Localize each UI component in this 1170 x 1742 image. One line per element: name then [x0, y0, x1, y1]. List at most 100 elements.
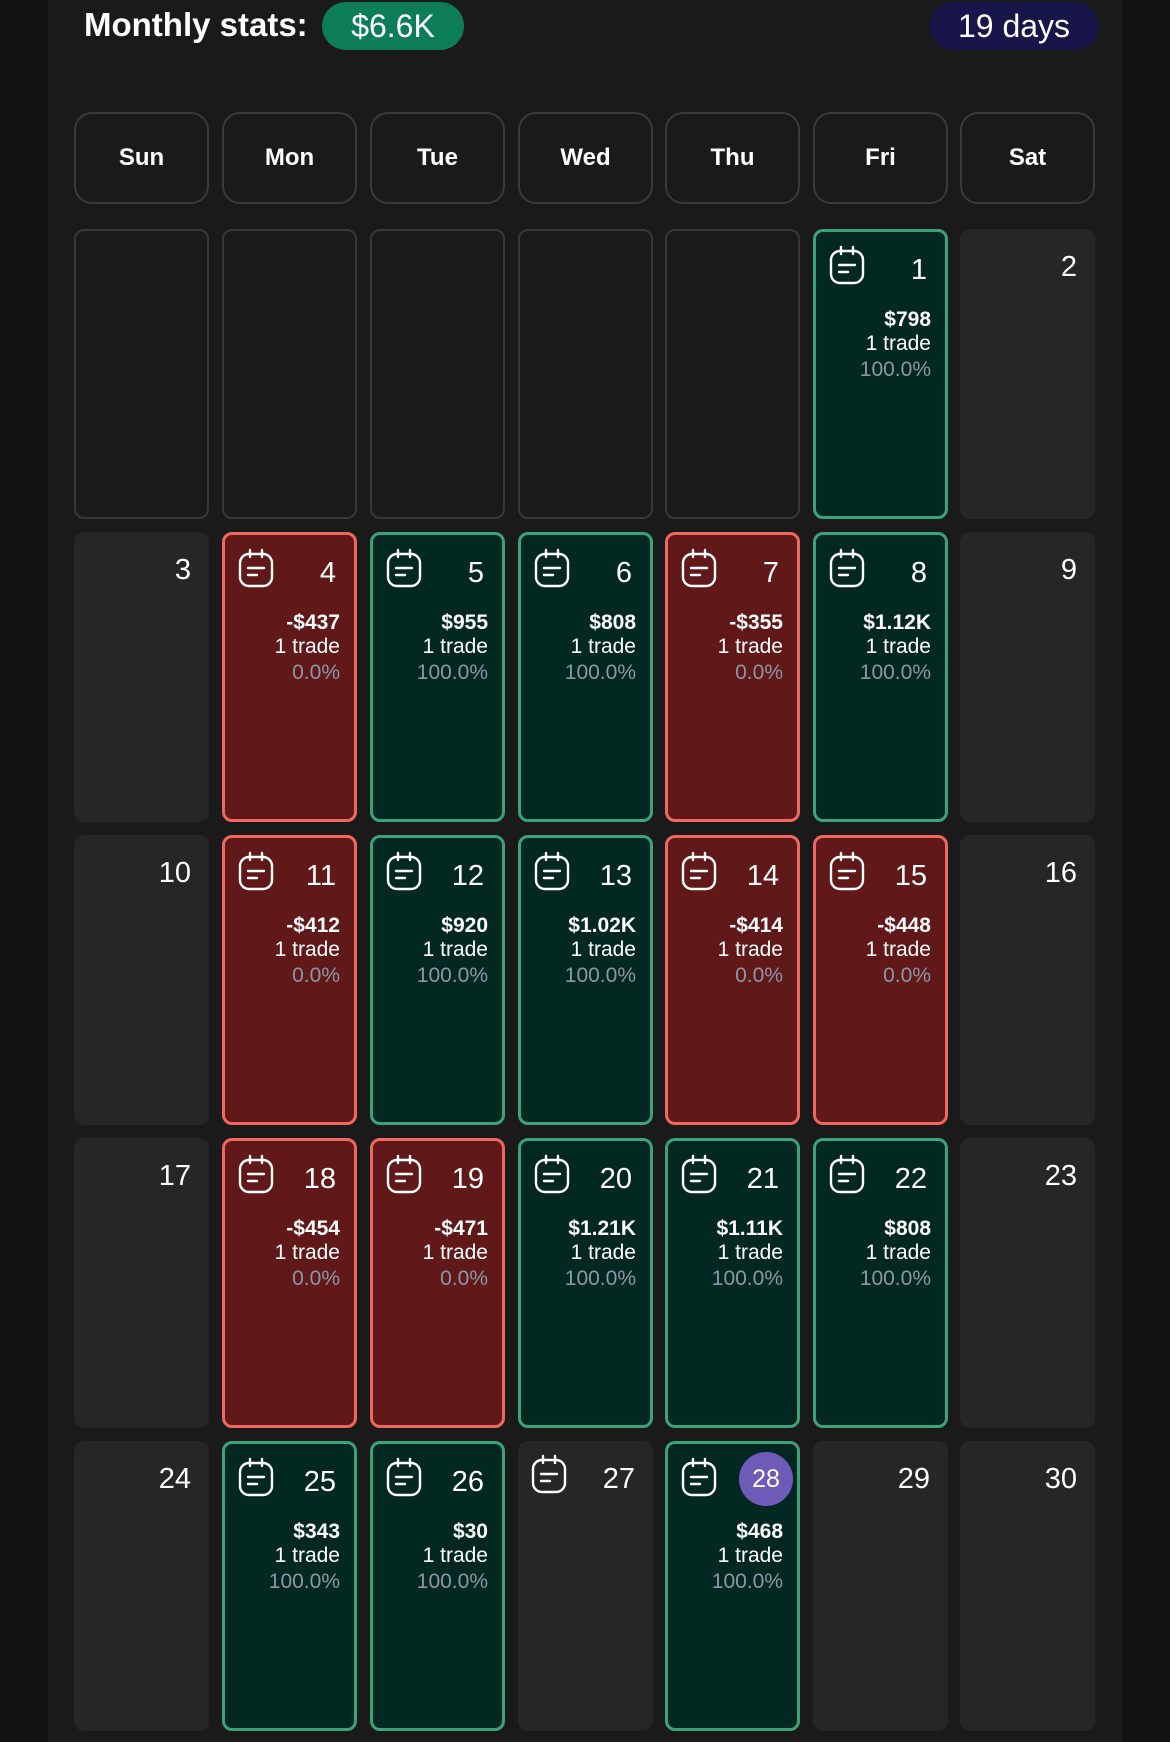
- notes-icon[interactable]: [386, 548, 422, 588]
- calendar-day-5[interactable]: 5 $955 1 trade 100.0%: [370, 532, 505, 822]
- calendar-day-12[interactable]: 12 $920 1 trade 100.0%: [370, 835, 505, 1125]
- day-trade-count: 1 trade: [422, 635, 488, 658]
- day-trade-count: 1 trade: [717, 1241, 783, 1264]
- calendar-day-10[interactable]: 10: [74, 835, 209, 1125]
- notes-icon[interactable]: [681, 851, 717, 891]
- day-trade-count: 1 trade: [865, 635, 931, 658]
- notes-icon[interactable]: [238, 1457, 274, 1497]
- calendar-day-16[interactable]: 16: [960, 835, 1095, 1125]
- day-pnl: $1.12K: [863, 611, 931, 634]
- weekday-mon: Mon: [222, 112, 357, 204]
- day-pnl: $1.02K: [568, 914, 636, 937]
- calendar-empty-cell: [665, 229, 800, 519]
- day-pnl: -$412: [286, 914, 340, 937]
- calendar-day-17[interactable]: 17: [74, 1138, 209, 1428]
- day-number: 15: [894, 860, 927, 892]
- calendar-day-28[interactable]: 28 $468 1 trade 100.0%: [665, 1441, 800, 1731]
- day-number: 19: [451, 1163, 484, 1195]
- calendar-day-29[interactable]: 29: [813, 1441, 948, 1731]
- day-win-rate: 100.0%: [711, 1267, 783, 1290]
- notes-icon[interactable]: [681, 548, 717, 588]
- notes-icon[interactable]: [534, 851, 570, 891]
- day-number: 9: [1060, 554, 1077, 586]
- day-pnl: -$471: [434, 1217, 488, 1240]
- day-trade-count: 1 trade: [274, 1241, 340, 1264]
- calendar-day-14[interactable]: 14 -$414 1 trade 0.0%: [665, 835, 800, 1125]
- calendar-day-25[interactable]: 25 $343 1 trade 100.0%: [222, 1441, 357, 1731]
- notes-icon[interactable]: [386, 1457, 422, 1497]
- calendar-day-19[interactable]: 19 -$471 1 trade 0.0%: [370, 1138, 505, 1428]
- notes-icon[interactable]: [238, 548, 274, 588]
- day-number: 14: [746, 860, 779, 892]
- calendar-day-8[interactable]: 8 $1.12K 1 trade 100.0%: [813, 532, 948, 822]
- day-number: 3: [174, 554, 191, 586]
- calendar-day-23[interactable]: 23: [960, 1138, 1095, 1428]
- calendar-day-18[interactable]: 18 -$454 1 trade 0.0%: [222, 1138, 357, 1428]
- calendar-empty-cell: [370, 229, 505, 519]
- notes-icon[interactable]: [681, 1457, 717, 1497]
- day-trade-count: 1 trade: [274, 635, 340, 658]
- day-trade-count: 1 trade: [717, 938, 783, 961]
- day-number: 4: [319, 557, 336, 589]
- day-pnl: $808: [589, 611, 636, 634]
- weekday-sun: Sun: [74, 112, 209, 204]
- calendar-day-3[interactable]: 3: [74, 532, 209, 822]
- day-number: 7: [762, 557, 779, 589]
- notes-icon[interactable]: [829, 245, 865, 285]
- calendar-day-7[interactable]: 7 -$355 1 trade 0.0%: [665, 532, 800, 822]
- notes-icon[interactable]: [531, 1454, 567, 1494]
- notes-icon[interactable]: [534, 1154, 570, 1194]
- day-pnl: $955: [441, 611, 488, 634]
- calendar-day-15[interactable]: 15 -$448 1 trade 0.0%: [813, 835, 948, 1125]
- day-win-rate: 100.0%: [416, 964, 488, 987]
- day-number: 25: [303, 1466, 336, 1498]
- calendar-day-9[interactable]: 9: [960, 532, 1095, 822]
- weekday-thu: Thu: [665, 112, 800, 204]
- calendar-day-4[interactable]: 4 -$437 1 trade 0.0%: [222, 532, 357, 822]
- calendar-day-2[interactable]: 2: [960, 229, 1095, 519]
- day-trade-count: 1 trade: [274, 938, 340, 961]
- weekday-tue: Tue: [370, 112, 505, 204]
- day-win-rate: 0.0%: [735, 964, 783, 987]
- day-win-rate: 100.0%: [859, 1267, 931, 1290]
- day-number: 16: [1044, 857, 1077, 889]
- notes-icon[interactable]: [386, 1154, 422, 1194]
- day-trade-count: 1 trade: [865, 938, 931, 961]
- notes-icon[interactable]: [829, 851, 865, 891]
- notes-icon[interactable]: [681, 1154, 717, 1194]
- day-win-rate: 0.0%: [883, 964, 931, 987]
- day-win-rate: 100.0%: [859, 661, 931, 684]
- calendar-day-11[interactable]: 11 -$412 1 trade 0.0%: [222, 835, 357, 1125]
- notes-icon[interactable]: [238, 1154, 274, 1194]
- day-number: 23: [1044, 1160, 1077, 1192]
- calendar-day-24[interactable]: 24: [74, 1441, 209, 1731]
- calendar-day-1[interactable]: 1 $798 1 trade 100.0%: [813, 229, 948, 519]
- day-number: 21: [746, 1163, 779, 1195]
- day-win-rate: 100.0%: [564, 964, 636, 987]
- calendar-day-22[interactable]: 22 $808 1 trade 100.0%: [813, 1138, 948, 1428]
- day-pnl: $343: [293, 1520, 340, 1543]
- day-number: 12: [451, 860, 484, 892]
- calendar-day-30[interactable]: 30: [960, 1441, 1095, 1731]
- notes-icon[interactable]: [238, 851, 274, 891]
- calendar-day-13[interactable]: 13 $1.02K 1 trade 100.0%: [518, 835, 653, 1125]
- day-win-rate: 0.0%: [292, 661, 340, 684]
- calendar-day-26[interactable]: 26 $30 1 trade 100.0%: [370, 1441, 505, 1731]
- calendar-day-21[interactable]: 21 $1.11K 1 trade 100.0%: [665, 1138, 800, 1428]
- day-pnl: $30: [452, 1520, 488, 1543]
- notes-icon[interactable]: [386, 851, 422, 891]
- day-number: 13: [599, 860, 632, 892]
- day-pnl: $1.21K: [568, 1217, 636, 1240]
- day-trade-count: 1 trade: [570, 635, 636, 658]
- day-number: 8: [910, 557, 927, 589]
- day-number: 10: [158, 857, 191, 889]
- calendar-day-20[interactable]: 20 $1.21K 1 trade 100.0%: [518, 1138, 653, 1428]
- calendar-day-6[interactable]: 6 $808 1 trade 100.0%: [518, 532, 653, 822]
- day-trade-count: 1 trade: [570, 1241, 636, 1264]
- notes-icon[interactable]: [534, 548, 570, 588]
- notes-icon[interactable]: [829, 548, 865, 588]
- day-number: 2: [1060, 251, 1077, 283]
- calendar-day-27[interactable]: 27: [518, 1441, 653, 1731]
- notes-icon[interactable]: [829, 1154, 865, 1194]
- day-number: 6: [615, 557, 632, 589]
